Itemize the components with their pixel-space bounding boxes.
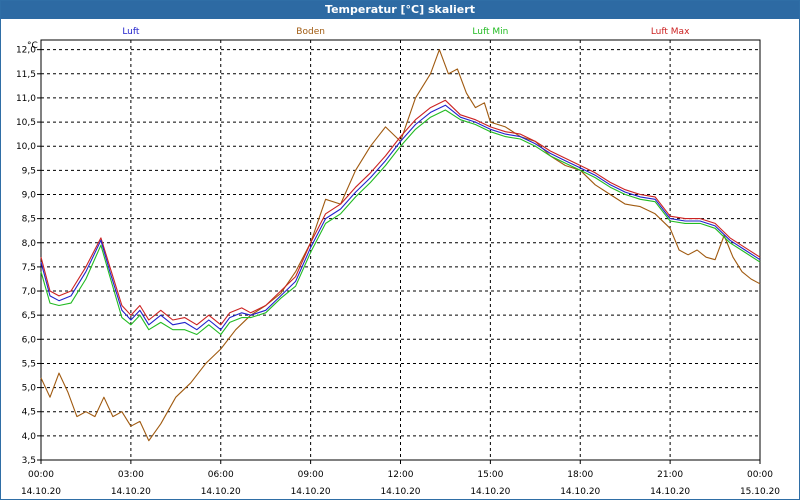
temperature-chart: 3,5 4,0 4,5 5,0 5,5 6,0 6,5 7,0 7,5 8,0 8,5 9,0 9,5 1… <box>16 27 780 497</box>
x-tick-date: 15.10.20 <box>740 487 780 497</box>
x-tick-date: 14.10.20 <box>560 487 600 497</box>
x-tick-time: 21:00 <box>657 470 683 480</box>
x-tick-date: 14.10.20 <box>201 487 241 497</box>
y-tick-label: 10,0 <box>16 142 36 152</box>
x-tick-time: 06:00 <box>208 470 234 480</box>
y-tick-label: 4,5 <box>22 408 36 418</box>
y-tick-label: 10,5 <box>16 118 36 128</box>
x-tick-time: 03:00 <box>118 470 144 480</box>
legend-entry: Luft Min <box>472 27 508 37</box>
legend-entry: Luft Max <box>651 27 690 37</box>
x-tick-time: 12:00 <box>388 470 414 480</box>
x-tick-time: 15:00 <box>477 470 503 480</box>
x-tick-date: 14.10.20 <box>111 487 151 497</box>
y-tick-label: 6,0 <box>22 335 37 345</box>
legend-entry: Boden <box>296 27 325 37</box>
y-tick-label: 5,5 <box>22 359 36 369</box>
x-tick-date: 14.10.20 <box>650 487 690 497</box>
y-tick-label: 7,5 <box>22 263 36 273</box>
x-tick-time: 09:00 <box>298 470 324 480</box>
x-tick-time: 00:00 <box>747 470 773 480</box>
x-tick-date: 14.10.20 <box>21 487 61 497</box>
y-tick-label: 11,5 <box>16 70 36 80</box>
y-tick-label: 9,0 <box>22 190 37 200</box>
y-tick-label: 7,0 <box>22 287 37 297</box>
y-tick-label: 8,5 <box>22 215 36 225</box>
y-tick-label: 11,0 <box>16 94 36 104</box>
x-tick-date: 14.10.20 <box>380 487 420 497</box>
y-tick-label: 4,0 <box>22 432 37 442</box>
y-axis-label: °C <box>27 41 38 51</box>
x-tick-date: 14.10.20 <box>470 487 510 497</box>
y-tick-label: 8,0 <box>22 239 37 249</box>
chart-window: Temperatur [°C] skaliert 3,5 4,0 4,5 5,0 5,5… <box>0 0 800 500</box>
legend-entry: Luft <box>122 27 140 37</box>
y-tick-label: 3,5 <box>22 456 36 466</box>
x-tick-time: 00:00 <box>28 470 54 480</box>
y-tick-label: 6,5 <box>22 311 36 321</box>
y-tick-label: 9,5 <box>22 166 36 176</box>
x-tick-time: 18:00 <box>567 470 593 480</box>
x-tick-date: 14.10.20 <box>291 487 331 497</box>
y-tick-label: 5,0 <box>22 384 37 394</box>
